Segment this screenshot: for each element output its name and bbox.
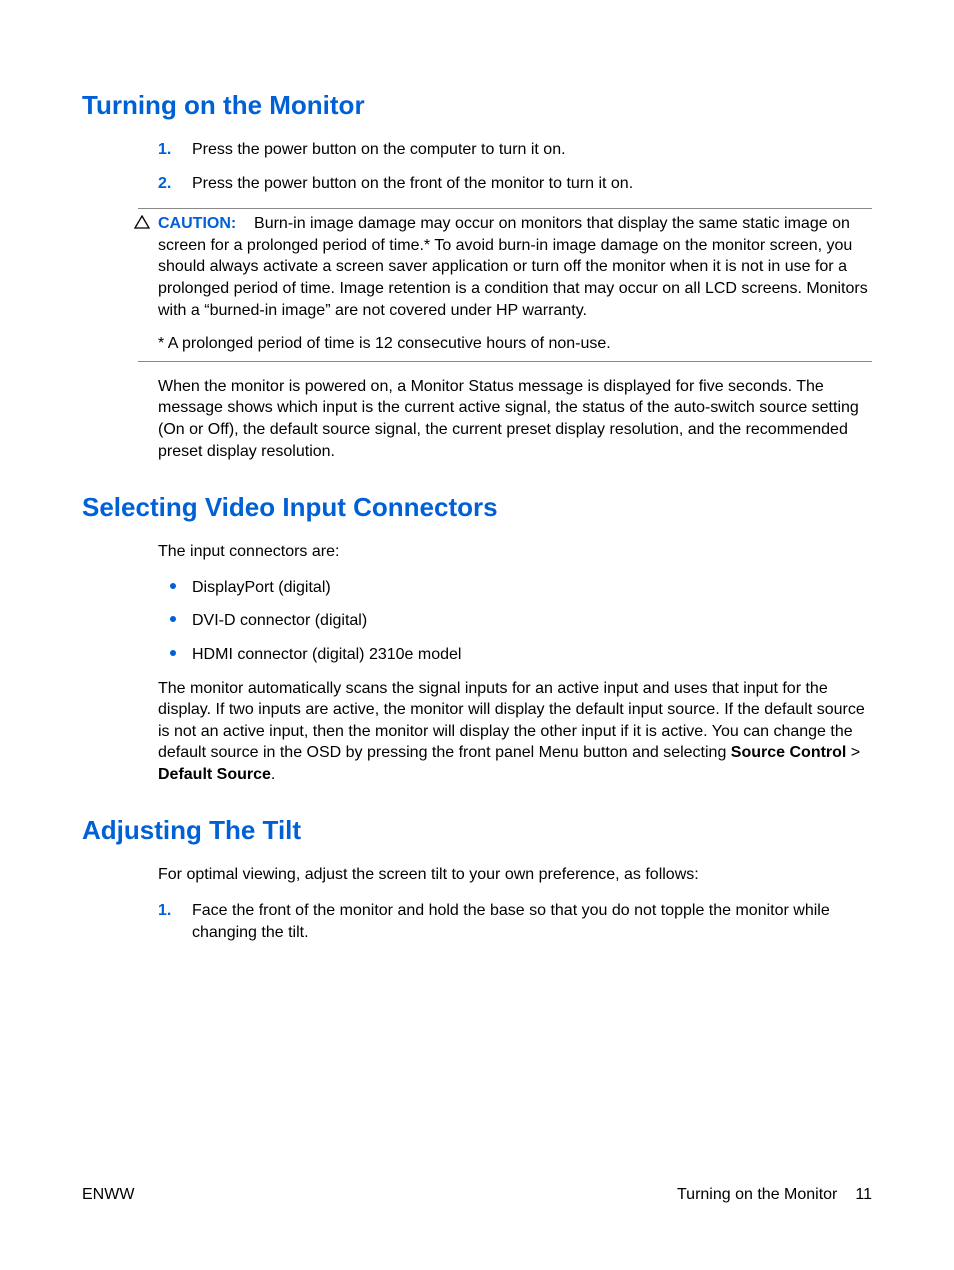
list-item: 2. Press the power button on the front o… [158, 173, 872, 195]
paragraph: For optimal viewing, adjust the screen t… [158, 864, 872, 886]
heading-adjusting-tilt: Adjusting The Tilt [82, 815, 872, 846]
step-number: 1. [158, 139, 192, 161]
list-item: DisplayPort (digital) [158, 577, 872, 599]
paragraph: The monitor automatically scans the sign… [158, 678, 872, 786]
footer-section-label: Turning on the Monitor [677, 1186, 837, 1204]
footer-page-number: 11 [855, 1186, 872, 1204]
list-item: HDMI connector (digital) 2310e model [158, 644, 872, 666]
step-text: Press the power button on the front of t… [192, 173, 633, 195]
list-item: 1. Face the front of the monitor and hol… [158, 900, 872, 943]
bullet-text: DVI-D connector (digital) [192, 610, 367, 632]
caution-label: CAUTION: [158, 215, 236, 232]
section2-content: The input connectors are: DisplayPort (d… [158, 541, 872, 785]
caution-body-text: Burn-in image damage may occur on monito… [158, 215, 868, 318]
section1-followup: When the monitor is powered on, a Monito… [158, 376, 872, 462]
bold-text: Source Control [731, 744, 847, 761]
bullet-icon [158, 610, 192, 622]
step-text: Press the power button on the computer t… [192, 139, 566, 161]
step-number: 1. [158, 900, 192, 922]
bullet-icon [158, 577, 192, 589]
section3-content: For optimal viewing, adjust the screen t… [158, 864, 872, 943]
paragraph: The input connectors are: [158, 541, 872, 563]
caution-body-text [241, 215, 254, 232]
text-run: . [271, 766, 275, 783]
caution-box: CAUTION: Burn-in image damage may occur … [138, 208, 872, 362]
bullet-icon [158, 644, 192, 656]
page-footer: ENWW Turning on the Monitor 11 [82, 1186, 872, 1204]
section3-steps: 1. Face the front of the monitor and hol… [158, 900, 872, 943]
caution-footnote: * A prolonged period of time is 12 conse… [158, 333, 872, 355]
section1-steps: 1. Press the power button on the compute… [158, 139, 872, 194]
heading-turning-on-monitor: Turning on the Monitor [82, 90, 872, 121]
list-item: 1. Press the power button on the compute… [158, 139, 872, 161]
caution-triangle-icon [134, 215, 150, 231]
caution-text: CAUTION: Burn-in image damage may occur … [158, 213, 872, 355]
step-text: Face the front of the monitor and hold t… [192, 900, 872, 943]
bullet-text: DisplayPort (digital) [192, 577, 331, 599]
connector-list: DisplayPort (digital) DVI-D connector (d… [158, 577, 872, 666]
bullet-text: HDMI connector (digital) 2310e model [192, 644, 461, 666]
text-run: > [846, 744, 860, 761]
list-item: DVI-D connector (digital) [158, 610, 872, 632]
section1-content: 1. Press the power button on the compute… [158, 139, 872, 194]
step-number: 2. [158, 173, 192, 195]
bold-text: Default Source [158, 766, 271, 783]
footer-left: ENWW [82, 1186, 134, 1204]
paragraph: When the monitor is powered on, a Monito… [158, 376, 872, 462]
heading-selecting-video-input: Selecting Video Input Connectors [82, 492, 872, 523]
